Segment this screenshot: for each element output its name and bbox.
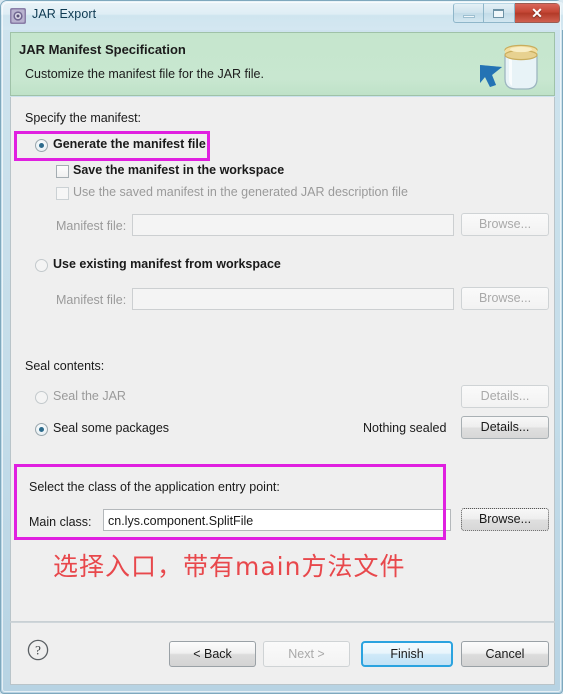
use-saved-manifest-label: Use the saved manifest in the generated … <box>73 185 408 199</box>
jar-export-dialog-window: JAR Export ✕ JAR Manifest Specification … <box>0 0 563 694</box>
entry-point-group-label: Select the class of the application entr… <box>29 480 280 494</box>
minimize-button[interactable] <box>453 3 484 23</box>
seal-the-jar-details-button: Details... <box>461 385 549 408</box>
existing-manifest-file-input <box>132 288 454 310</box>
specify-manifest-group-label: Specify the manifest: <box>25 111 142 125</box>
svg-text:?: ? <box>35 643 41 658</box>
wizard-banner: JAR Manifest Specification Customize the… <box>10 32 555 96</box>
finish-button[interactable]: Finish <box>361 641 453 667</box>
maximize-icon <box>493 9 504 18</box>
use-existing-manifest-label[interactable]: Use existing manifest from workspace <box>53 257 281 271</box>
main-class-label: Main class: <box>29 515 92 529</box>
banner-subtitle: Customize the manifest file for the JAR … <box>25 67 264 81</box>
main-class-input[interactable]: cn.lys.component.SplitFile <box>103 509 451 531</box>
close-button[interactable]: ✕ <box>515 3 560 23</box>
existing-manifest-browse-button: Browse... <box>461 287 549 310</box>
annotation-note-text: 选择入口，带有main方法文件 <box>53 552 406 581</box>
use-existing-manifest-radio[interactable] <box>35 259 48 272</box>
wizard-page-body: Specify the manifest: Generate the manif… <box>10 97 555 622</box>
seal-some-packages-details-button[interactable]: Details... <box>461 416 549 439</box>
use-saved-manifest-checkbox <box>56 187 69 200</box>
window-title: JAR Export <box>32 7 97 21</box>
generate-manifest-file-input <box>132 214 454 236</box>
jar-jar-banner-icon <box>478 37 544 100</box>
seal-the-jar-radio[interactable] <box>35 391 48 404</box>
jar-export-icon <box>10 8 26 24</box>
banner-title: JAR Manifest Specification <box>19 42 186 57</box>
existing-manifest-file-label: Manifest file: <box>56 293 127 307</box>
help-question-icon[interactable]: ? <box>27 639 49 666</box>
generate-the-manifest-file-label[interactable]: Generate the manifest file <box>53 137 206 151</box>
maximize-button[interactable] <box>484 3 515 23</box>
wizard-button-bar: ? < Back Next > Finish Cancel <box>10 622 555 685</box>
save-manifest-in-workspace-checkbox[interactable] <box>56 165 69 178</box>
main-class-browse-button[interactable]: Browse... <box>461 508 549 531</box>
minimize-icon <box>463 15 475 18</box>
next-button: Next > <box>263 641 350 667</box>
generate-manifest-file-label: Manifest file: <box>56 219 127 233</box>
seal-the-jar-label[interactable]: Seal the JAR <box>53 389 126 403</box>
generate-the-manifest-file-radio[interactable] <box>35 139 48 152</box>
seal-some-packages-label[interactable]: Seal some packages <box>53 421 169 435</box>
back-button[interactable]: < Back <box>169 641 256 667</box>
window-titlebar[interactable]: JAR Export ✕ <box>1 1 563 30</box>
cancel-button[interactable]: Cancel <box>461 641 549 667</box>
seal-status-text: Nothing sealed <box>363 421 447 435</box>
close-icon: ✕ <box>531 5 543 21</box>
seal-some-packages-radio[interactable] <box>35 423 48 436</box>
seal-contents-group-label: Seal contents: <box>25 359 105 373</box>
save-manifest-in-workspace-label[interactable]: Save the manifest in the workspace <box>73 163 284 177</box>
generate-manifest-browse-button: Browse... <box>461 213 549 236</box>
